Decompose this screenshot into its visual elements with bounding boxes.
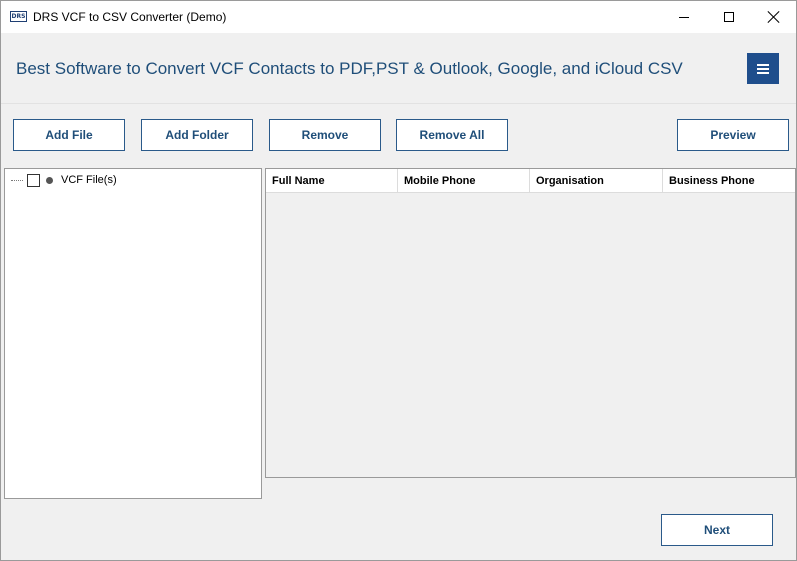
menu-button[interactable] (747, 53, 779, 84)
preview-button[interactable]: Preview (677, 119, 789, 151)
tree-node-icon (46, 176, 53, 184)
column-header-business-phone[interactable]: Business Phone (663, 169, 795, 193)
next-button[interactable]: Next (661, 514, 773, 546)
contacts-grid[interactable]: Full Name Mobile Phone Organisation Busi… (265, 168, 796, 478)
header-divider (1, 103, 796, 104)
column-header-mobile-phone[interactable]: Mobile Phone (398, 169, 530, 193)
header-banner: Best Software to Convert VCF Contacts to… (1, 33, 796, 103)
window-title: DRS VCF to CSV Converter (Demo) (33, 10, 227, 24)
tree-connector (11, 179, 23, 181)
hamburger-menu-icon (757, 71, 769, 74)
column-header-organisation[interactable]: Organisation (530, 169, 663, 193)
add-folder-button[interactable]: Add Folder (141, 119, 253, 151)
column-header-full-name[interactable]: Full Name (266, 169, 398, 193)
app-window: DRS DRS VCF to CSV Converter (Demo) Best… (0, 0, 797, 561)
grid-header: Full Name Mobile Phone Organisation Busi… (266, 169, 795, 193)
remove-all-button[interactable]: Remove All (396, 119, 508, 151)
close-icon (768, 11, 780, 23)
drs-logo-icon: DRS (10, 11, 27, 22)
add-file-button[interactable]: Add File (13, 119, 125, 151)
maximize-button[interactable] (706, 1, 752, 33)
file-tree-pane[interactable]: VCF File(s) (4, 168, 262, 499)
remove-button[interactable]: Remove (269, 119, 381, 151)
maximize-icon (724, 12, 734, 22)
tree-item-vcf-files[interactable]: VCF File(s) (11, 173, 117, 187)
close-button[interactable] (751, 1, 797, 33)
minimize-icon (679, 16, 689, 18)
title-bar[interactable]: DRS DRS VCF to CSV Converter (Demo) (1, 1, 796, 33)
hamburger-menu-icon (757, 63, 769, 66)
minimize-button[interactable] (661, 1, 707, 33)
banner-title: Best Software to Convert VCF Contacts to… (16, 59, 683, 78)
vcf-files-checkbox[interactable] (27, 173, 40, 187)
tree-item-label: VCF File(s) (61, 174, 117, 186)
hamburger-menu-icon (757, 67, 769, 70)
